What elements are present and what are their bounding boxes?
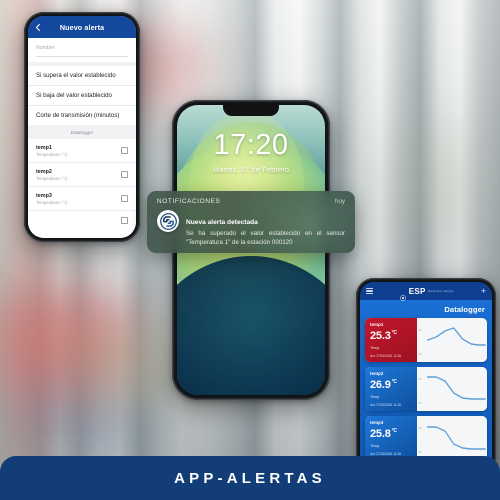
table-row[interactable]: temp1 25.3°C Temp. Act. 27/02/2024 11:28… (365, 318, 487, 362)
bottom-banner: APP-ALERTAS (0, 456, 500, 500)
svg-text:24: 24 (419, 352, 422, 356)
alert-name-field[interactable]: Nombre (28, 38, 136, 62)
sensor-magnitude: Temperatura / °C (36, 152, 68, 158)
brand-tagline: Electronic design (428, 288, 454, 293)
new-alert-header: Nuevo alerta (28, 16, 136, 38)
datalogger-screen: ESP Electronic design + Datalogger temp1… (360, 282, 492, 470)
sensor-magnitude: Temp. (370, 395, 381, 400)
sensor-name: temp3 (36, 193, 52, 200)
notification-message: Se ha superado el valor establecido en e… (186, 230, 345, 246)
notifications-label: NOTIFICACIONES (157, 198, 221, 205)
sensor-magnitude: Temp. (370, 346, 381, 351)
sensor-checkbox[interactable] (121, 147, 128, 155)
sensor-chart[interactable]: 27 24 (417, 367, 487, 411)
alert-condition-options: Si supera el valor establecido Si baja d… (28, 66, 136, 125)
sensor-value-panel: temp2 26.9°C Temp. Act. 27/02/2024 11:28 (365, 367, 417, 411)
alert-option-transmission-cut[interactable]: Corte de transmisión (minutos) (28, 106, 136, 125)
sensor-unit: °C (391, 379, 397, 386)
chevron-left-icon[interactable] (34, 23, 41, 32)
svg-text:26: 26 (419, 426, 422, 430)
notification-title: Nueva alerta detectada (186, 219, 258, 226)
svg-text:27: 27 (419, 328, 422, 332)
right-phone-mockup: ESP Electronic design + Datalogger temp1… (356, 278, 496, 474)
sensor-reading: 25.8°C (370, 429, 413, 440)
lockscreen-time: 17:20 (213, 129, 289, 161)
sensor-magnitude: Temperatura / °C (36, 176, 68, 182)
lockscreen-date: Martes, 27 de Febrero (212, 165, 290, 174)
sensor-unit: °C (391, 428, 397, 435)
sensor-checkbox[interactable] (121, 171, 128, 179)
alert-option-under[interactable]: Si baja del valor establecido (28, 86, 136, 106)
sensor-name: temp1 (36, 145, 52, 151)
sensor-list: temp1 Temperatura / °C temp2 Temperatura… (28, 139, 136, 238)
plus-icon[interactable]: + (481, 286, 486, 296)
notification-card[interactable]: NOTIFICACIONES hoy Nueva alerta detectad… (147, 191, 355, 253)
sensor-magnitude: Temp. (370, 444, 381, 449)
notification-body: Nueva alerta detectada Se ha superado el… (147, 205, 355, 247)
table-row[interactable]: temp3 25.8°C Temp. Act. 27/02/2024 11:28… (365, 416, 487, 460)
sensor-name: temp2 (370, 371, 384, 376)
sensor-value: 25.8 (370, 428, 391, 441)
list-item[interactable]: temp2 Temperatura / °C (28, 163, 136, 188)
alert-option-over[interactable]: Si supera el valor establecido (28, 66, 136, 86)
page-title: Datalogger (444, 305, 485, 314)
left-phone-screen: Nuevo alerta Nombre Si supera el valor e… (28, 16, 136, 238)
esp-logo-icon (400, 288, 407, 301)
wallpaper-ring (177, 255, 325, 395)
notification-timestamp: hoy (335, 198, 345, 205)
sensor-checkbox[interactable] (121, 217, 128, 225)
new-alert-title: Nuevo alerta (59, 22, 105, 32)
sensor-name: temp2 (36, 169, 52, 176)
list-item[interactable]: temp1 Temperatura / °C (28, 139, 136, 164)
brand-name: ESP (408, 286, 426, 296)
sensor-reading: 26.9°C (370, 380, 413, 391)
sensor-name: temp3 (370, 420, 384, 425)
banner-title: APP-ALERTAS (174, 469, 326, 487)
sensor-chart[interactable]: 26 24 (417, 416, 487, 460)
app-brand: ESP Electronic design (400, 286, 454, 301)
notification-text: Nueva alerta detectada Se ha superado el… (186, 210, 345, 247)
alert-name-placeholder: Nombre (36, 45, 55, 51)
svg-text:24: 24 (419, 401, 422, 405)
left-phone-mockup: Nuevo alerta Nombre Si supera el valor e… (24, 12, 140, 242)
sensor-checkbox[interactable] (121, 195, 128, 203)
sensor-magnitude: Temperatura / °C (36, 200, 68, 206)
sensor-name: temp1 (370, 322, 384, 327)
field-underline (36, 56, 128, 57)
list-item[interactable] (28, 211, 136, 238)
datalogger-body: Datalogger temp1 25.3°C Temp. Act. 27/02… (360, 300, 492, 470)
esp-app-icon (157, 210, 179, 232)
lockscreen-clock: 17:20 Martes, 27 de Febrero (177, 129, 325, 175)
screenshot-stage: Nuevo alerta Nombre Si supera el valor e… (0, 0, 500, 500)
sensor-reading: 25.3°C (370, 331, 413, 342)
sensor-value: 25.3 (370, 330, 391, 343)
sensor-value: 26.9 (370, 379, 391, 392)
app-topbar: ESP Electronic design + (360, 282, 492, 301)
svg-text:27: 27 (419, 377, 422, 381)
sensor-value-panel: temp3 25.8°C Temp. Act. 27/02/2024 11:28 (365, 416, 417, 460)
svg-text:24: 24 (419, 450, 422, 454)
sensor-unit: °C (391, 330, 397, 337)
table-row[interactable]: temp2 26.9°C Temp. Act. 27/02/2024 11:28… (365, 367, 487, 411)
notification-header: NOTIFICACIONES hoy (147, 191, 355, 205)
list-item[interactable]: temp3 Temperatura / °C (28, 187, 136, 212)
sensor-value-panel: temp1 25.3°C Temp. Act. 27/02/2024 11:28 (365, 318, 417, 362)
sensor-updated: Act. 27/02/2024 11:28 (370, 354, 401, 359)
phone-notch (223, 105, 279, 116)
sensor-updated: Act. 27/02/2024 11:28 (370, 403, 401, 408)
datalogger-section-label: Datalogger (28, 125, 136, 139)
hamburger-menu-icon[interactable] (366, 288, 373, 294)
sensor-chart[interactable]: 27 24 (417, 318, 487, 362)
